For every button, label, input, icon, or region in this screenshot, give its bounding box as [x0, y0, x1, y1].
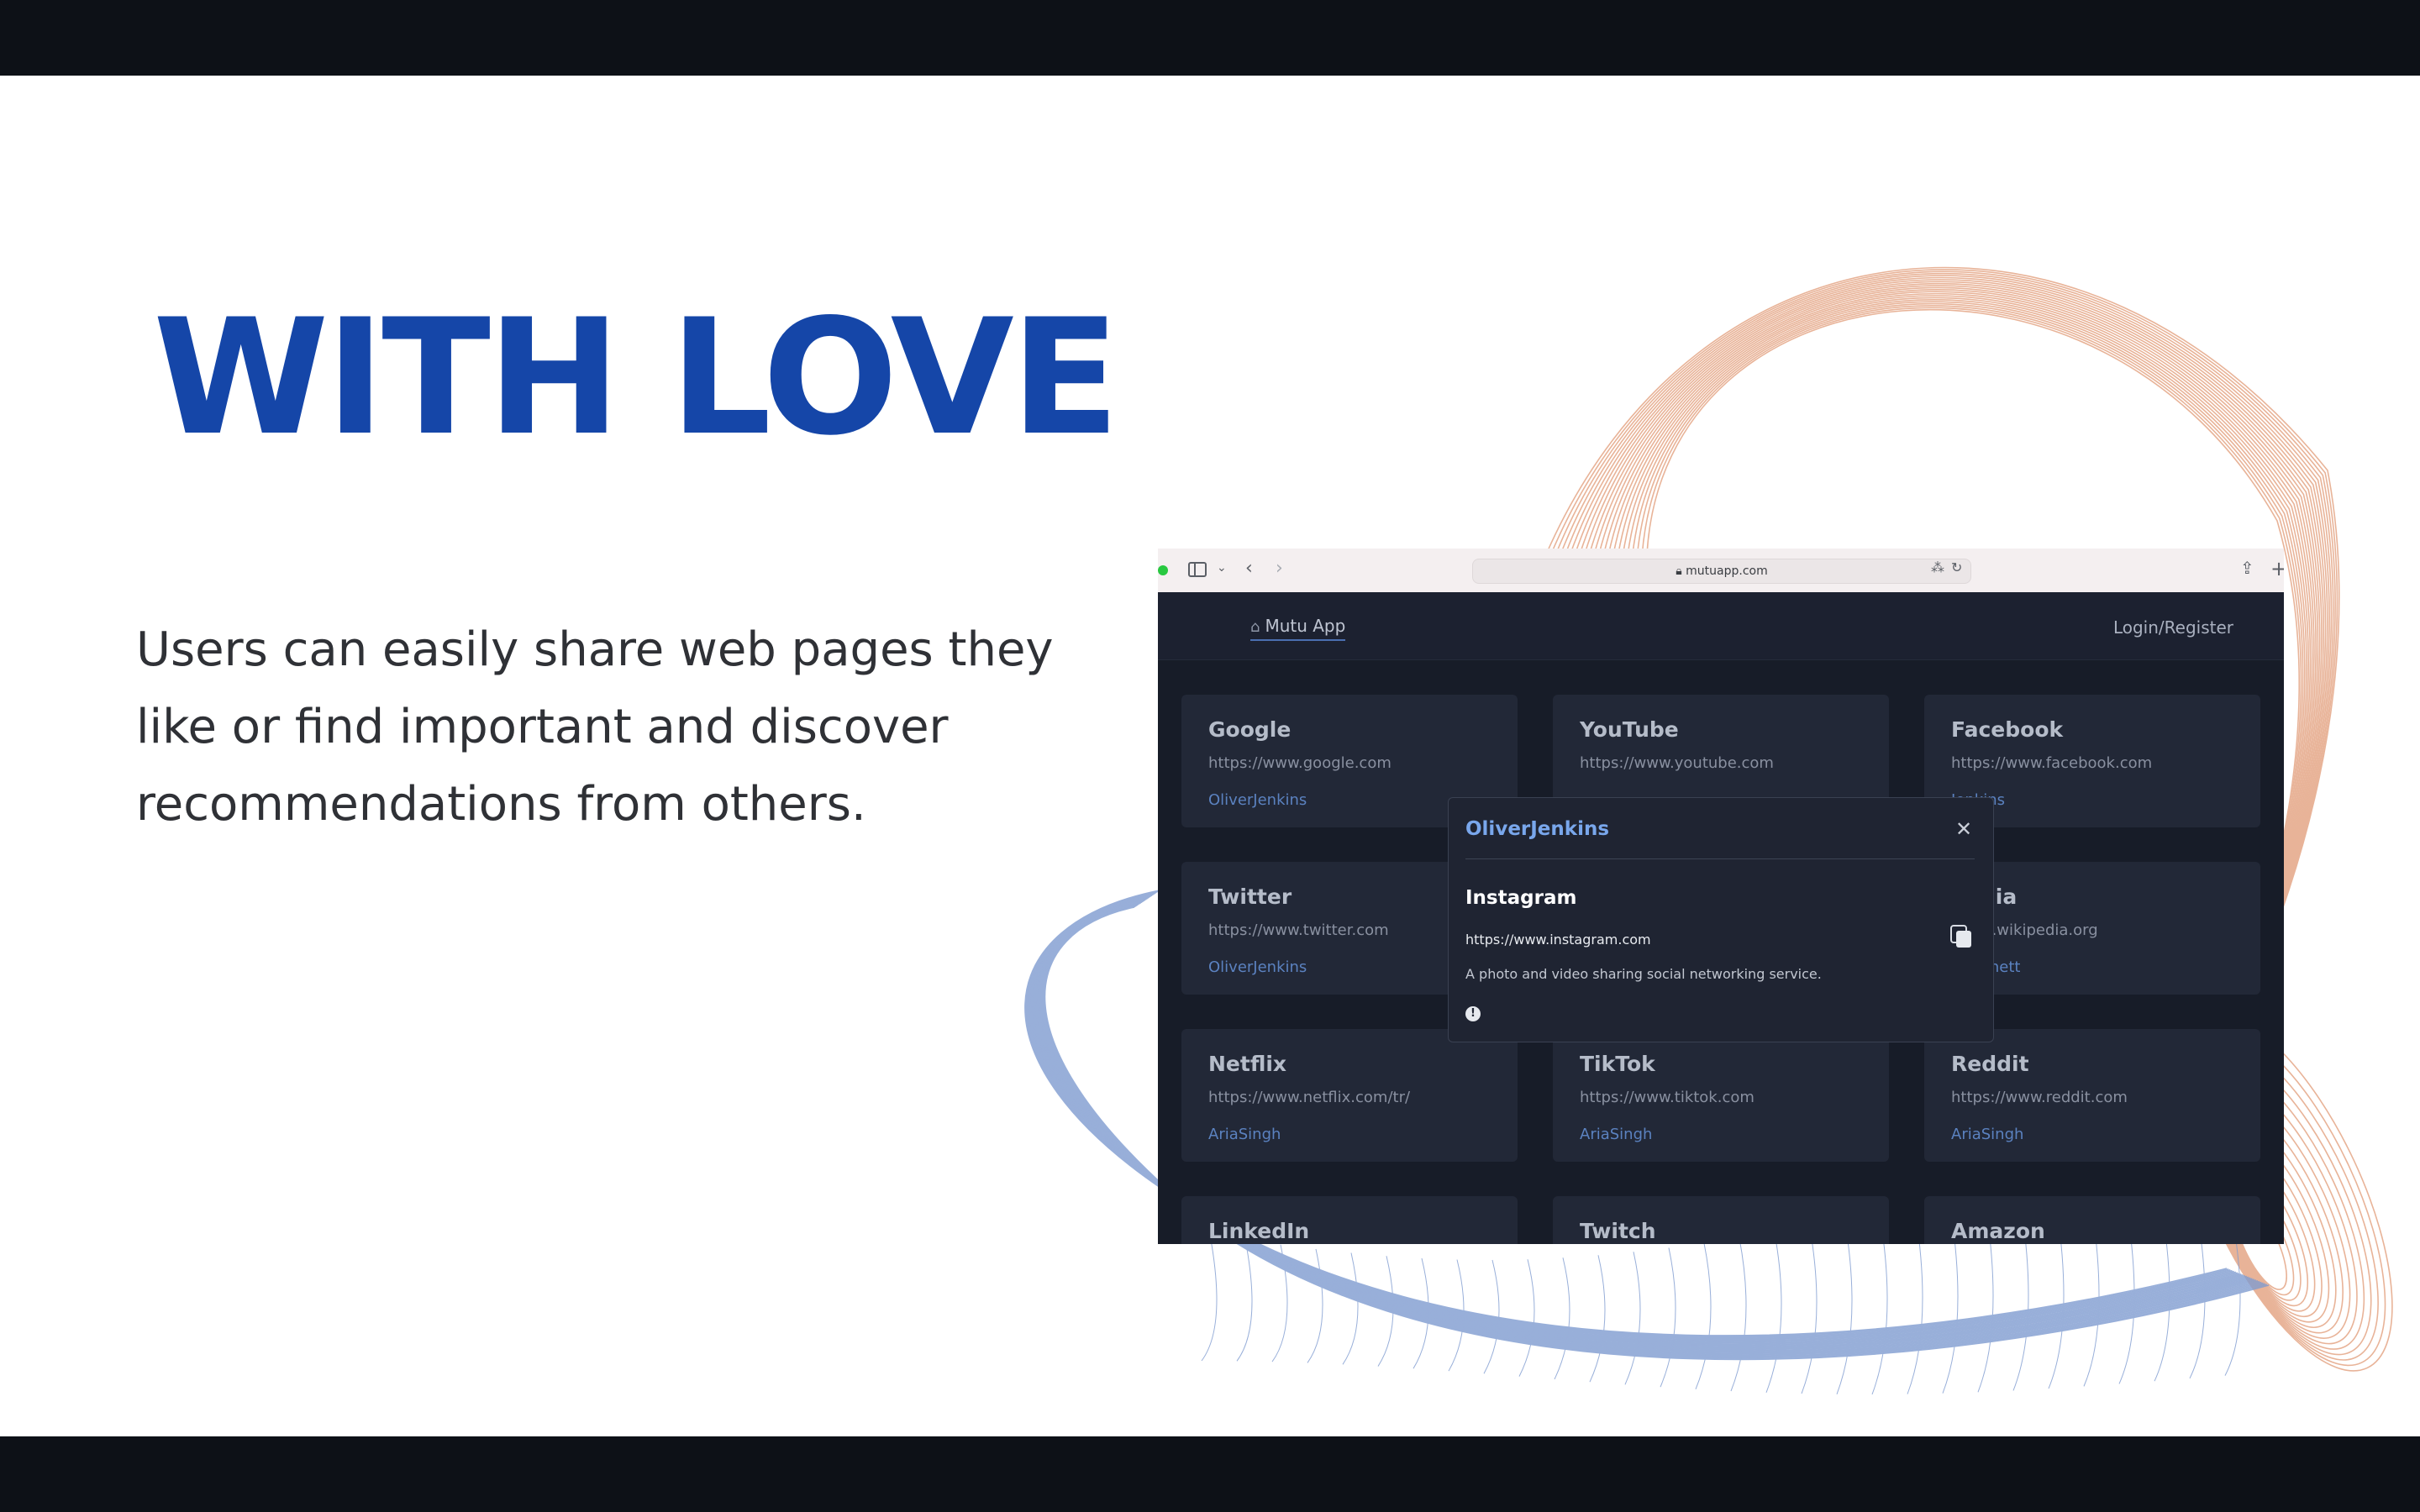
close-icon[interactable]: ✕: [1951, 816, 1976, 842]
link-card-title: Google: [1208, 717, 1292, 742]
info-icon[interactable]: !: [1465, 1006, 1481, 1021]
link-card-title: Amazon: [1951, 1219, 2045, 1243]
modal-username[interactable]: OliverJenkins: [1465, 816, 1609, 842]
link-detail-modal: OliverJenkins ✕ Instagram https://www.in…: [1448, 797, 1994, 1042]
forward-arrow-icon[interactable]: ›: [1276, 559, 1283, 578]
link-card-url[interactable]: https://www.google.com: [1208, 753, 1392, 774]
link-card-title: YouTube: [1580, 717, 1679, 742]
link-card-user[interactable]: OliverJenkins: [1208, 958, 1307, 978]
share-icon[interactable]: ⇪: [2240, 559, 2254, 576]
brand-name: Mutu App: [1265, 616, 1346, 636]
link-card-user[interactable]: AriaSingh: [1580, 1125, 1652, 1145]
sidebar-toggle-icon[interactable]: [1188, 562, 1207, 577]
home-link[interactable]: ⌂ Mutu App: [1250, 614, 1346, 641]
link-card-title: LinkedIn: [1208, 1219, 1310, 1243]
lock-icon: 🔒︎: [1676, 564, 1686, 578]
link-card[interactable]: Twitch: [1553, 1196, 1889, 1244]
link-card-title: Reddit: [1951, 1052, 2029, 1076]
link-card-title: Facebook: [1951, 717, 2064, 742]
link-card-user[interactable]: OliverJenkins: [1208, 790, 1307, 811]
link-card[interactable]: Netflix https://www.netflix.com/tr/AriaSi…: [1181, 1029, 1518, 1162]
modal-site-description: A photo and video sharing social network…: [1465, 966, 1822, 982]
new-tab-plus-icon[interactable]: +: [2270, 559, 2284, 579]
modal-site-title: Instagram: [1465, 887, 1577, 909]
link-card-title: Twitch: [1580, 1219, 1656, 1243]
app-navbar: ⌂ Mutu App Login/Register: [1158, 592, 2284, 660]
browser-window: ⌄ ‹ › 🔒︎ mutuapp.com ⁂ ↻ ⇪ + ⌂ Mutu App L…: [1158, 549, 2284, 1244]
home-icon: ⌂: [1250, 618, 1260, 636]
link-card[interactable]: TikTok https://www.tiktok.com AriaSingh: [1553, 1029, 1889, 1162]
back-arrow-icon[interactable]: ‹: [1245, 559, 1253, 578]
browser-toolbar: ⌄ ‹ › 🔒︎ mutuapp.com ⁂ ↻ ⇪ +: [1158, 549, 2284, 592]
link-card-url[interactable]: https://www.twitter.com: [1208, 921, 1389, 941]
copy-icon[interactable]: [1949, 924, 1973, 949]
modal-divider: [1465, 858, 1975, 859]
address-bar[interactable]: 🔒︎ mutuapp.com: [1472, 559, 1971, 584]
link-card-url[interactable]: https://www.netflix.com/tr/: [1208, 1088, 1410, 1108]
slide-headline: WITH LOVE: [153, 285, 1120, 470]
bottom-letterbox-bar: [0, 1436, 2420, 1512]
link-card-url[interactable]: https://www.reddit.com: [1951, 1088, 2128, 1108]
translate-icon[interactable]: ⁂: [1931, 561, 1944, 575]
login-register-link[interactable]: Login/Register: [2091, 616, 2233, 639]
link-card[interactable]: Reddit https://www.reddit.com AriaSingh: [1924, 1029, 2260, 1162]
link-card-title: TikTok: [1580, 1052, 1655, 1076]
link-card-url[interactable]: https://www.facebook.com: [1951, 753, 2152, 774]
modal-site-url[interactable]: https://www.instagram.com: [1465, 931, 1651, 949]
reload-icon[interactable]: ↻: [1951, 561, 1962, 575]
link-card[interactable]: LinkedIn: [1181, 1196, 1518, 1244]
link-card-url[interactable]: https://www.youtube.com: [1580, 753, 1774, 774]
link-card-url[interactable]: https://www.tiktok.com: [1580, 1088, 1754, 1108]
link-card-user[interactable]: AriaSingh: [1208, 1125, 1281, 1145]
link-card[interactable]: Amazon: [1924, 1196, 2260, 1244]
link-card-user[interactable]: AriaSingh: [1951, 1125, 2023, 1145]
address-text: mutuapp.com: [1686, 564, 1768, 578]
link-card-title: Netflix: [1208, 1052, 1287, 1076]
link-card-title: Twitter: [1208, 885, 1292, 909]
window-zoom-button[interactable]: [1158, 565, 1168, 575]
chevron-down-icon[interactable]: ⌄: [1217, 562, 1227, 574]
slide-description: Users can easily share web pages they li…: [136, 622, 1054, 832]
